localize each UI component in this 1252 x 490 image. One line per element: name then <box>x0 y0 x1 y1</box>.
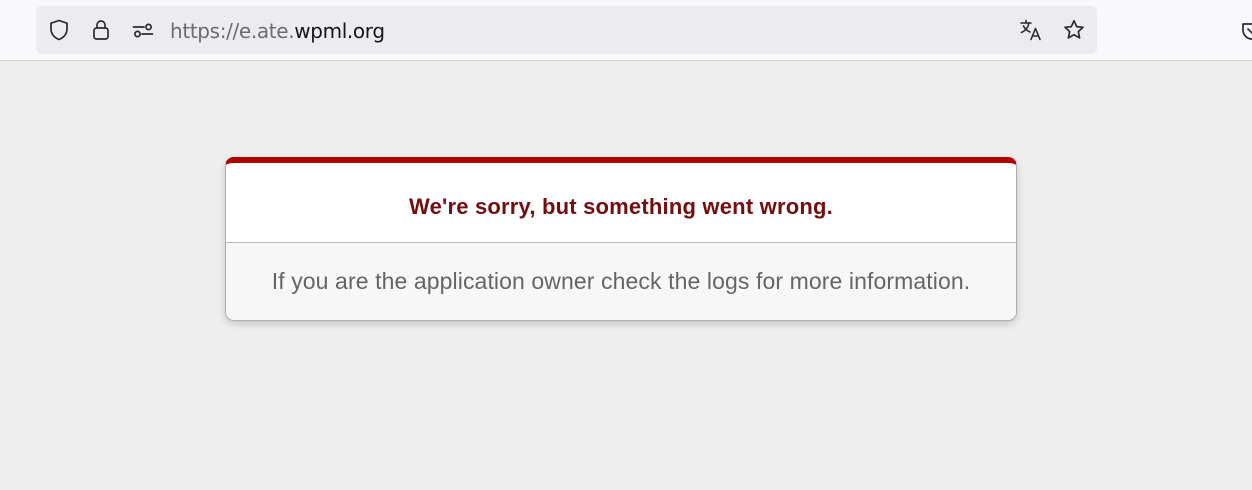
error-header: We're sorry, but something went wrong. <box>226 163 1016 243</box>
error-message: If you are the application owner check t… <box>271 268 971 294</box>
shield-icon[interactable] <box>47 18 71 42</box>
error-body: If you are the application owner check t… <box>226 243 1016 320</box>
url-prefix: https://e.ate. <box>170 19 295 43</box>
star-icon[interactable] <box>1062 18 1086 42</box>
error-dialog: We're sorry, but something went wrong. I… <box>225 157 1017 321</box>
permissions-icon[interactable] <box>131 18 155 42</box>
lock-icon[interactable] <box>89 18 113 42</box>
url-text[interactable]: https://e.ate.wpml.org <box>170 19 385 43</box>
url-domain: wpml.org <box>294 19 385 43</box>
translate-icon[interactable] <box>1019 18 1043 42</box>
browser-toolbar: https://e.ate.wpml.org <box>0 0 1252 61</box>
address-bar[interactable]: https://e.ate.wpml.org <box>36 6 1097 54</box>
pocket-icon[interactable] <box>1240 19 1252 43</box>
error-title: We're sorry, but something went wrong. <box>409 194 833 219</box>
